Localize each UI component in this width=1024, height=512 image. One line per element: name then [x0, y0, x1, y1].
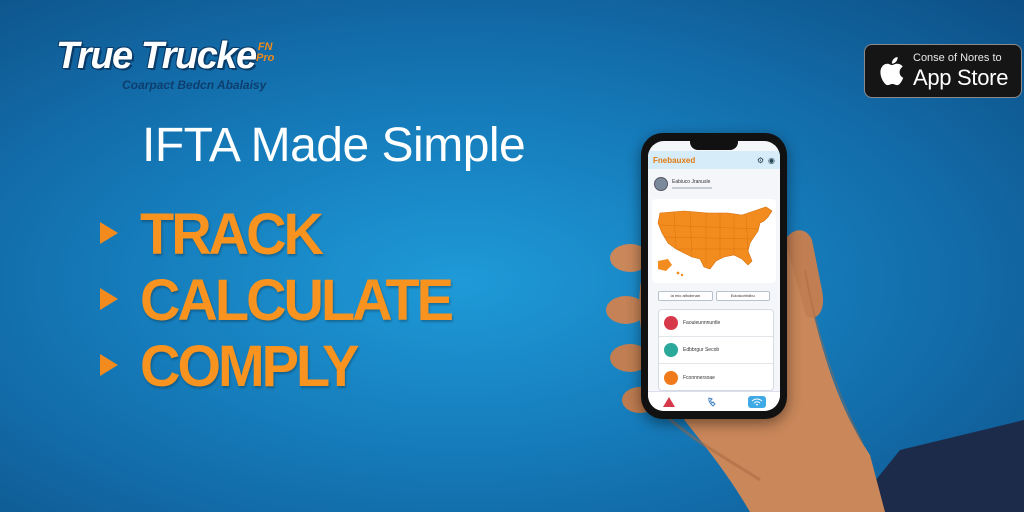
feature-label: TRACK — [140, 199, 324, 267]
profile-row[interactable]: Eabiuco Jranusle — [654, 175, 774, 193]
nav-alert[interactable] — [662, 396, 676, 408]
wifi-icon — [751, 398, 762, 405]
arrow-right-icon — [100, 288, 118, 310]
logo-badge-bottom: Pro — [256, 52, 275, 64]
list-item[interactable]: Edbbrgur Secob — [659, 337, 773, 364]
list-item[interactable]: Fconnnersoae — [659, 364, 773, 391]
map-card[interactable] — [652, 199, 776, 283]
bottom-nav — [648, 391, 780, 411]
logo-subtitle: Coarpact Bedcn Abalaisy — [122, 78, 267, 92]
toggle-row: Ia mio ailtobrnan Eclosiorhidbu — [658, 291, 770, 301]
list-item-icon — [664, 343, 678, 357]
profile-info: Eabiuco Jranusle — [672, 179, 712, 189]
record-icon[interactable]: ◉ — [768, 156, 775, 165]
list-item-icon — [664, 316, 678, 330]
list-item-label: Fconnnersoae — [683, 374, 715, 381]
phone-screen: Fnebauxed ⚙ ◉ Eabiuco Jranusle Ia mio ai… — [648, 141, 780, 411]
headline: IFTA Made Simple — [142, 119, 526, 172]
apple-icon — [880, 57, 904, 86]
arrow-right-icon — [100, 354, 118, 376]
alert-icon — [663, 396, 676, 407]
phone-icon — [708, 396, 716, 407]
feature-list: TRACK CALCULATE COMPLY — [100, 200, 454, 398]
app-store-label: App Store — [913, 65, 1009, 90]
usa-map[interactable] — [654, 203, 778, 279]
list-item[interactable]: Faouieunnnuntle — [659, 310, 773, 337]
toggle-option-1[interactable]: Ia mio ailtobrnan — [658, 291, 713, 301]
nav-phone[interactable] — [705, 396, 719, 408]
phone-notch — [690, 141, 738, 150]
toggle-option-2[interactable]: Eclosiorhidbu — [715, 291, 770, 301]
app-store-small-text: Conse of Nores to — [913, 52, 1002, 64]
feature-label: COMPLY — [140, 331, 359, 399]
arrow-right-icon — [100, 222, 118, 244]
nav-wifi[interactable] — [747, 395, 766, 408]
list-item-icon — [664, 370, 678, 385]
profile-detail-line — [672, 187, 712, 189]
logo-badge: FN Pro — [256, 42, 274, 64]
action-list: Faouieunnnuntle Edbbrgur Secob Fconnners… — [658, 309, 774, 391]
app-header: Fnebauxed ⚙ ◉ — [648, 151, 780, 169]
feature-calculate: CALCULATE — [100, 265, 454, 333]
profile-name: Eabiuco Jranusle — [672, 179, 711, 185]
app-store-text: Conse of Nores to App Store — [913, 53, 1008, 89]
feature-comply: COMPLY — [100, 332, 451, 398]
brand-logo: True Trucke FN Pro Coarpact Bedcn Abalai… — [56, 34, 286, 96]
list-item-label: Edbbrgur Secob — [683, 347, 720, 353]
phone-mockup: Fnebauxed ⚙ ◉ Eabiuco Jranusle Ia mio ai… — [641, 133, 787, 419]
feature-track: TRACK — [100, 200, 451, 266]
avatar — [654, 177, 668, 191]
settings-icon[interactable]: ⚙ — [757, 156, 764, 165]
logo-wordmark: True Trucke — [56, 35, 257, 77]
app-store-button[interactable]: Conse of Nores to App Store — [864, 44, 1022, 98]
app-title: Fnebauxed — [653, 155, 696, 165]
feature-label: CALCULATE — [140, 265, 454, 333]
list-item-label: Faouieunnnuntle — [683, 320, 721, 326]
